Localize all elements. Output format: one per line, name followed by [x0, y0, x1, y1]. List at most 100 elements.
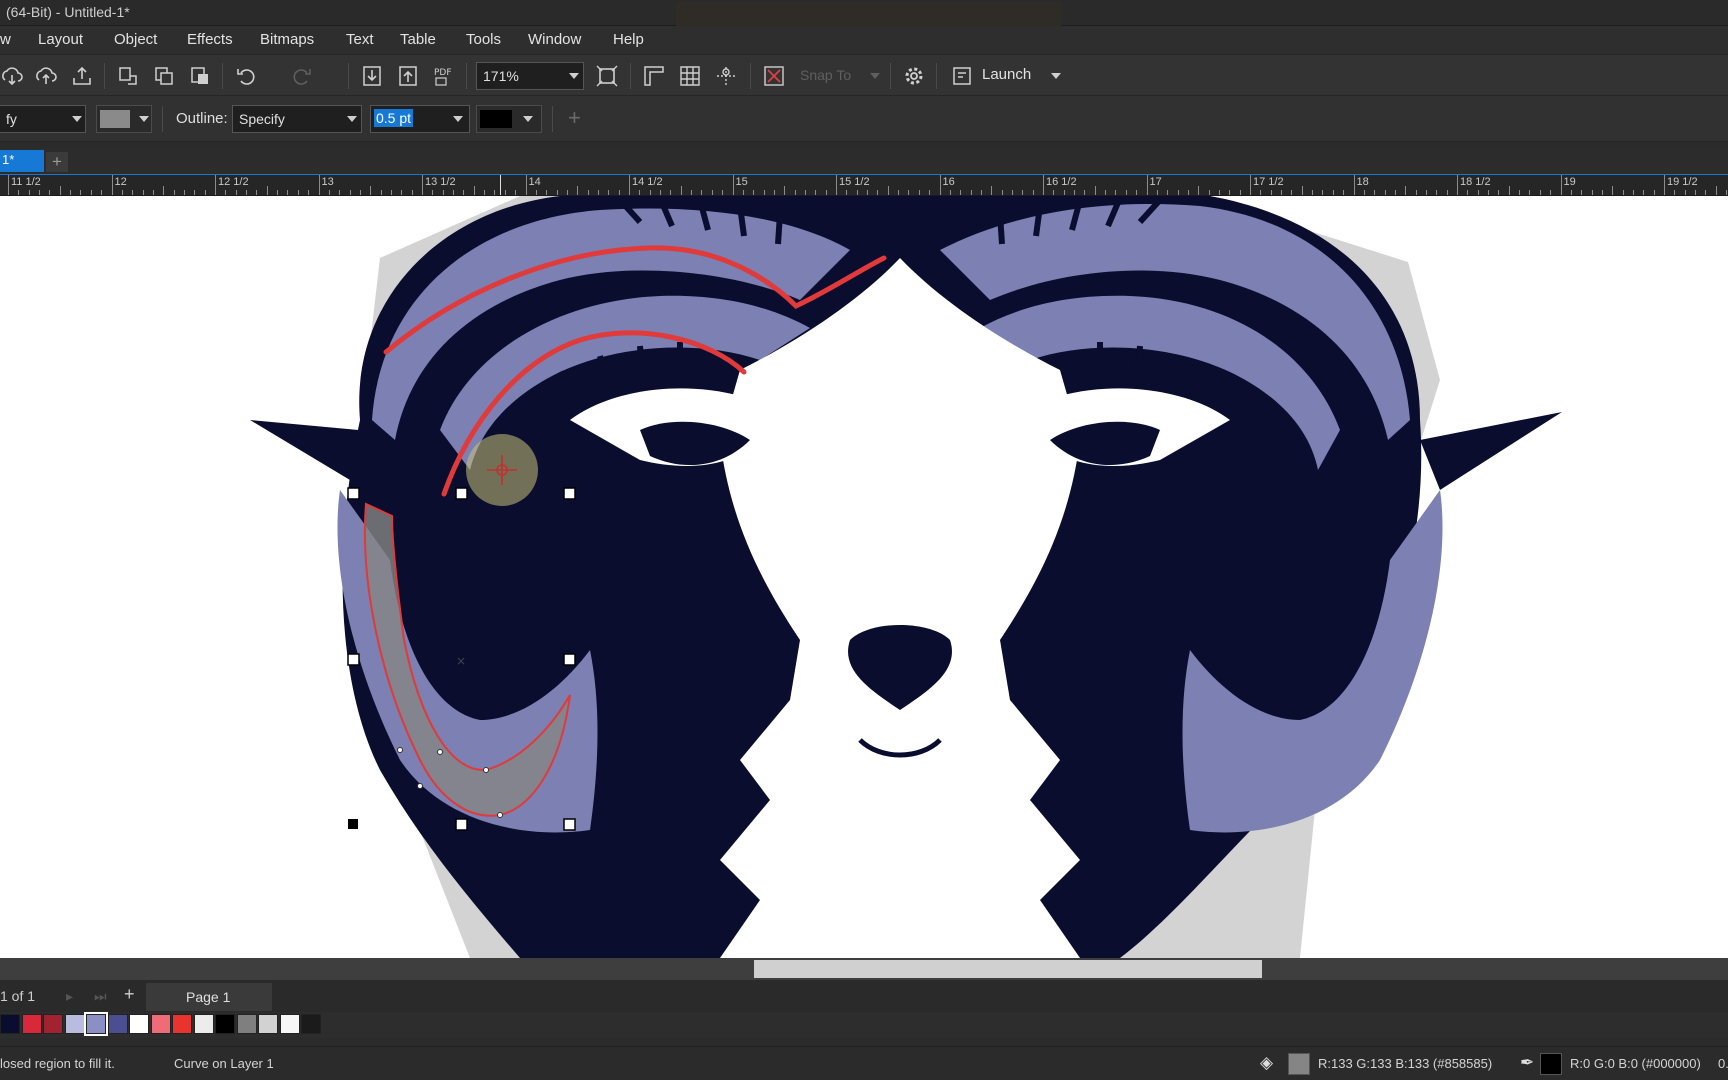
snap-to-dropdown-icon[interactable] [870, 73, 880, 79]
menu-view[interactable]: w [0, 31, 11, 48]
menu-tools[interactable]: Tools [466, 31, 501, 48]
publish-pdf-icon[interactable]: PDF [432, 64, 456, 88]
ruler-tick [1260, 190, 1262, 195]
ruler-tick [1684, 190, 1686, 195]
ruler-tick [639, 190, 641, 195]
outline-color-swatch [480, 110, 512, 128]
outline-width-dropdown-icon[interactable] [453, 116, 463, 122]
palette-swatch[interactable] [129, 1014, 149, 1034]
ruler-tick [1053, 190, 1055, 195]
export-icon[interactable] [396, 64, 420, 88]
palette-swatch[interactable] [236, 1014, 257, 1034]
undo-icon[interactable] [234, 64, 258, 88]
outline-type-value: Specify [239, 111, 285, 127]
snap-off-icon[interactable] [762, 64, 786, 88]
ruler-tick [1270, 190, 1272, 195]
toolbar-separator [104, 63, 105, 89]
palette-swatch[interactable] [215, 1014, 235, 1034]
ruler-tick [318, 175, 320, 195]
launch-label[interactable]: Launch [982, 66, 1031, 83]
drawing-canvas[interactable]: × [0, 196, 1728, 958]
ruler-tick [867, 190, 869, 195]
import-icon[interactable] [360, 64, 384, 88]
ruler-tick [629, 175, 630, 195]
outline-type-combo[interactable]: Specify [232, 105, 362, 133]
scrollbar-thumb[interactable] [754, 960, 1262, 978]
add-preset-icon[interactable]: + [568, 105, 581, 131]
cut-icon[interactable] [116, 64, 140, 88]
toolbar-separator [162, 106, 163, 132]
ruler-tick [1384, 190, 1386, 195]
paste-icon[interactable] [188, 64, 212, 88]
page-tab[interactable]: Page 1 [146, 983, 272, 1011]
palette-swatch[interactable] [43, 1014, 63, 1034]
palette-swatch[interactable] [150, 1014, 171, 1034]
fill-type-dropdown-icon[interactable] [72, 116, 82, 122]
menu-effects[interactable]: Effects [187, 31, 233, 48]
palette-swatch[interactable] [279, 1014, 300, 1034]
last-page-icon[interactable]: ⏭ [94, 988, 107, 1005]
menu-help[interactable]: Help [613, 31, 644, 48]
add-page-button[interactable]: + [124, 984, 135, 1005]
outline-type-dropdown-icon[interactable] [347, 116, 357, 122]
ruler-tick [1436, 190, 1438, 195]
next-page-icon[interactable]: ▸ [66, 988, 73, 1005]
ruler-tick [1218, 190, 1220, 195]
palette-swatch[interactable] [301, 1014, 321, 1034]
ruler-tick [1198, 186, 1200, 195]
zoom-to-page-icon[interactable] [595, 64, 619, 88]
ruler-tick [1332, 190, 1334, 195]
menu-bitmaps[interactable]: Bitmaps [260, 31, 314, 48]
palette-swatch[interactable] [84, 1012, 108, 1036]
launch-icon[interactable] [950, 64, 974, 88]
new-document-tab-button[interactable]: + [46, 152, 68, 172]
menu-table[interactable]: Table [400, 31, 436, 48]
horizontal-scrollbar[interactable] [0, 958, 1728, 980]
cloud-upload-icon[interactable] [34, 64, 58, 88]
ruler-tick [908, 190, 910, 195]
ruler-tick [59, 186, 61, 195]
zoom-dropdown-icon[interactable] [569, 73, 579, 79]
palette-swatch[interactable] [0, 1014, 20, 1034]
fill-color-dropdown-icon[interactable] [139, 116, 149, 122]
page-navigator: 1 of 1 ▸ ⏭ + Page 1 [0, 980, 1728, 1012]
share-icon[interactable] [70, 64, 94, 88]
show-guidelines-icon[interactable] [714, 64, 738, 88]
show-rulers-icon[interactable] [642, 64, 666, 88]
zoom-level-combo[interactable]: 171% [476, 62, 584, 90]
tab-untitled-1[interactable]: 1* [0, 150, 44, 172]
menu-text[interactable]: Text [346, 31, 374, 48]
palette-swatch[interactable] [107, 1014, 128, 1034]
menu-layout[interactable]: Layout [38, 31, 83, 48]
ruler-tick [597, 190, 599, 195]
menu-window[interactable]: Window [528, 31, 581, 48]
show-grid-icon[interactable] [678, 64, 702, 88]
cloud-download-icon[interactable] [0, 64, 24, 88]
ruler-label: 12 [114, 176, 127, 188]
copy-icon[interactable] [152, 64, 176, 88]
palette-swatch[interactable] [193, 1014, 214, 1034]
palette-swatch[interactable] [172, 1014, 192, 1034]
ruler-tick [1043, 175, 1044, 195]
ruler-tick [390, 190, 392, 195]
ruler-tick [266, 186, 268, 195]
palette-swatch[interactable] [258, 1014, 278, 1034]
ruler-label: 17 [1149, 176, 1162, 188]
outline-color-dropdown-icon[interactable] [523, 116, 533, 122]
redo-icon[interactable] [290, 64, 314, 88]
toolbar-separator [936, 63, 937, 89]
palette-swatch[interactable] [64, 1014, 85, 1034]
menu-object[interactable]: Object [114, 31, 157, 48]
gear-icon[interactable] [902, 64, 926, 88]
ruler-tick [1601, 190, 1603, 195]
snap-to-label[interactable]: Snap To [800, 67, 851, 83]
ruler-tick [70, 190, 72, 195]
launch-dropdown-icon[interactable] [1051, 73, 1061, 79]
ruler-tick [163, 186, 165, 195]
ruler-tick [28, 190, 30, 195]
palette-swatch[interactable] [21, 1014, 42, 1034]
ruler-tick [235, 190, 237, 195]
ruler-tick [1550, 190, 1552, 195]
horizontal-ruler[interactable]: 11 1/2 12 12 1/2 13 13 1/2 14 14 1/2 15 15 1/2 16… [0, 174, 1728, 196]
ruler-tick [1208, 190, 1210, 195]
